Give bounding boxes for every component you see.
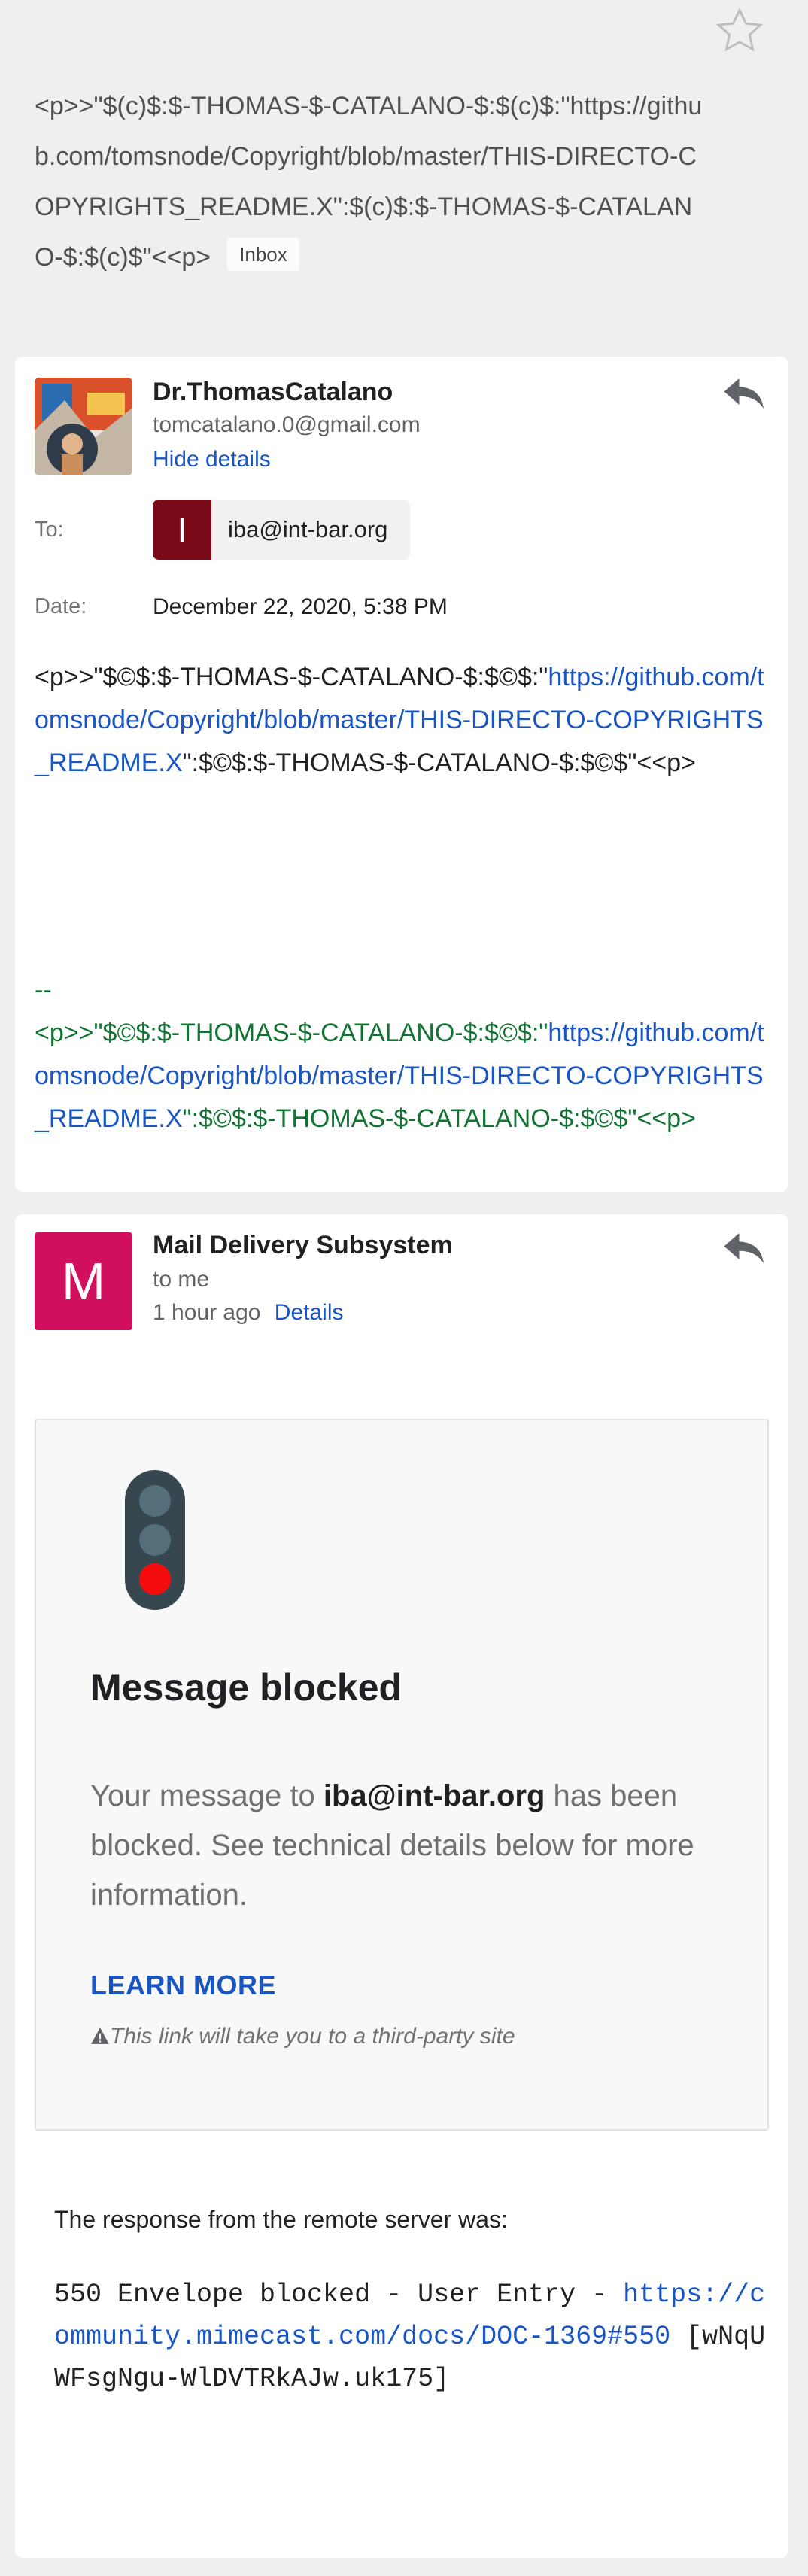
blocked-notice: Message blocked Your message to iba@int-… — [35, 1419, 769, 2131]
email-subject: <p>>"$(c)$:$-THOMAS-$-CATALANO-$:$(c)$:"… — [35, 81, 712, 283]
sender-avatar[interactable]: M — [35, 1232, 132, 1330]
desc-prefix: Your message to — [90, 1779, 324, 1812]
reply-icon[interactable] — [722, 1231, 767, 1265]
blocked-title: Message blocked — [90, 1666, 402, 1709]
sender-name: Dr.ThomasCatalano — [153, 378, 393, 406]
third-party-warning: This link will take you to a third-party… — [90, 2024, 515, 2049]
recipient-email: iba@int-bar.org — [228, 516, 388, 542]
message-card-1: Dr.ThomasCatalano tomcatalano.0@gmail.co… — [15, 357, 788, 1192]
server-response: 550 Envelope blocked - User Entry - http… — [54, 2274, 776, 2400]
sender-email: tomcatalano.0@gmail.com — [153, 412, 421, 437]
to-label: To: — [35, 518, 64, 542]
message-body: <p>>"$©$:$-THOMAS-$-CATALANO-$:$©$:"http… — [35, 656, 772, 785]
traffic-light-red — [139, 1563, 171, 1595]
time-text: 1 hour ago — [153, 1300, 261, 1325]
response-label: The response from the remote server was: — [54, 2206, 508, 2233]
body-text-prefix: <p>>"$©$:$-THOMAS-$-CATALANO-$:$©$:" — [35, 663, 548, 691]
sender-avatar[interactable] — [35, 378, 132, 475]
date-value: December 22, 2020, 5:38 PM — [153, 594, 448, 619]
subject-text: <p>>"$(c)$:$-THOMAS-$-CATALANO-$:$(c)$:"… — [35, 92, 703, 272]
traffic-light-icon — [125, 1470, 185, 1610]
traffic-light-top — [139, 1485, 171, 1517]
star-icon[interactable] — [713, 5, 766, 57]
date-label: Date: — [35, 594, 87, 618]
recipient-chip[interactable]: I iba@int-bar.org — [153, 500, 410, 560]
signature-dashes: -- — [35, 976, 52, 1004]
warning-text: This link will take you to a third-party… — [110, 2024, 515, 2049]
recipient-summary: to me — [153, 1267, 210, 1292]
body-text-suffix: ":$©$:$-THOMAS-$-CATALANO-$:$©$"<<p> — [182, 749, 696, 777]
signature-prefix: <p>>"$©$:$-THOMAS-$-CATALANO-$:$©$:" — [35, 1019, 548, 1047]
recipient-initial: I — [153, 500, 211, 560]
blocked-description: Your message to iba@int-bar.org has been… — [90, 1771, 707, 1920]
reply-icon[interactable] — [722, 376, 767, 411]
hide-details-link[interactable]: Hide details — [153, 447, 271, 472]
signature: -- <p>>"$©$:$-THOMAS-$-CATALANO-$:$©$:"h… — [35, 969, 772, 1141]
response-prefix: 550 Envelope blocked - User Entry - — [54, 2280, 624, 2310]
traffic-light-middle — [139, 1524, 171, 1556]
message-card-2: M Mail Delivery Subsystem to me 1 hour a… — [15, 1214, 788, 2558]
desc-email: iba@int-bar.org — [323, 1779, 545, 1812]
sender-name: Mail Delivery Subsystem — [153, 1231, 453, 1259]
message-time: 1 hour ago Details — [153, 1300, 344, 1326]
details-link[interactable]: Details — [275, 1300, 344, 1325]
warning-icon — [91, 2028, 109, 2044]
signature-suffix: ":$©$:$-THOMAS-$-CATALANO-$:$©$"<<p> — [182, 1104, 696, 1133]
inbox-label-badge[interactable]: Inbox — [227, 238, 299, 272]
learn-more-link[interactable]: LEARN MORE — [90, 1970, 276, 2001]
